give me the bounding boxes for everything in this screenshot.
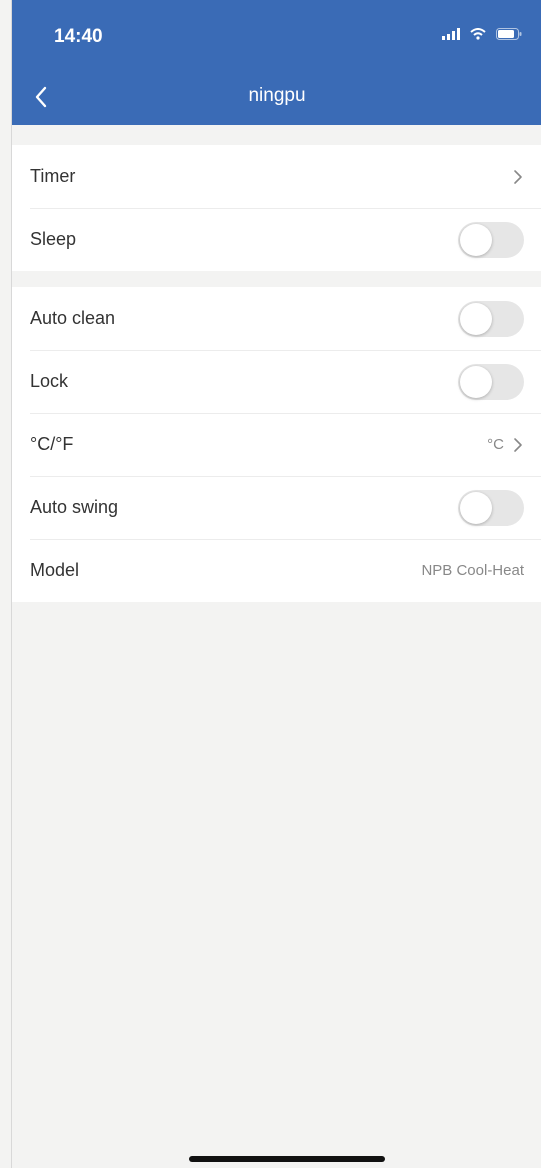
auto-clean-toggle[interactable] <box>458 300 524 337</box>
toggle-knob <box>460 491 492 524</box>
setting-row-lock: Lock <box>12 350 541 413</box>
setting-label: °C/°F <box>30 434 74 454</box>
model-value: NPB Cool-Heat <box>421 562 524 579</box>
setting-label: Sleep <box>30 229 77 249</box>
page-title: ningpu <box>248 85 306 106</box>
setting-label: Model <box>30 560 80 580</box>
setting-label: Timer <box>30 166 76 186</box>
settings-group-options: Auto clean Lock °C/°F °C Auto swing Mode… <box>12 287 541 602</box>
auto-swing-toggle[interactable] <box>458 489 524 526</box>
setting-row-sleep: Sleep <box>12 208 541 271</box>
battery-icon <box>496 28 522 40</box>
toggle-knob <box>460 302 492 335</box>
lock-toggle[interactable] <box>458 363 524 400</box>
temperature-unit-value: °C <box>487 436 504 453</box>
toggle-knob <box>460 223 492 256</box>
setting-row-timer[interactable]: Timer <box>12 145 541 208</box>
chevron-right-icon <box>514 169 522 184</box>
status-time: 14:40 <box>54 26 103 47</box>
chevron-right-icon <box>514 437 522 452</box>
wifi-icon <box>470 28 486 40</box>
settings-group-device: Timer Sleep <box>12 145 541 271</box>
header-bar: 14:40 ningpu <box>12 0 541 125</box>
sleep-toggle[interactable] <box>458 221 524 258</box>
setting-row-temperature-unit[interactable]: °C/°F °C <box>12 413 541 476</box>
setting-label: Lock <box>30 371 69 391</box>
signal-icon <box>442 28 460 40</box>
app-screen: 14:40 ningpu Timer Sleep Auto clean Lock… <box>11 0 541 1168</box>
setting-row-auto-swing: Auto swing <box>12 476 541 539</box>
home-indicator <box>189 1156 385 1162</box>
setting-label: Auto swing <box>30 497 119 517</box>
toggle-knob <box>460 365 492 398</box>
status-icons <box>442 28 522 40</box>
setting-label: Auto clean <box>30 308 116 328</box>
setting-row-model: Model NPB Cool-Heat <box>12 539 541 602</box>
setting-row-auto-clean: Auto clean <box>12 287 541 350</box>
